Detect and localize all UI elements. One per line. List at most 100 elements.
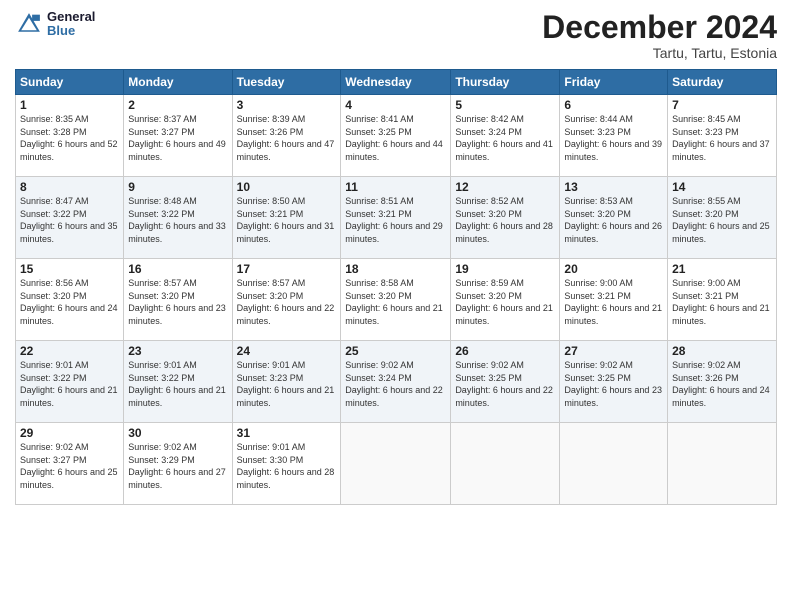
day-number: 14 bbox=[672, 180, 772, 194]
day-info: Sunrise: 8:42 AMSunset: 3:24 PMDaylight:… bbox=[455, 113, 555, 163]
day-info: Sunrise: 9:02 AMSunset: 3:26 PMDaylight:… bbox=[672, 359, 772, 409]
calendar-cell: 1Sunrise: 8:35 AMSunset: 3:28 PMDaylight… bbox=[16, 95, 124, 177]
calendar-cell: 28Sunrise: 9:02 AMSunset: 3:26 PMDayligh… bbox=[668, 341, 777, 423]
day-info: Sunrise: 8:57 AMSunset: 3:20 PMDaylight:… bbox=[128, 277, 227, 327]
day-info: Sunrise: 8:37 AMSunset: 3:27 PMDaylight:… bbox=[128, 113, 227, 163]
col-wednesday: Wednesday bbox=[341, 70, 451, 95]
day-info: Sunrise: 8:51 AMSunset: 3:21 PMDaylight:… bbox=[345, 195, 446, 245]
day-number: 8 bbox=[20, 180, 119, 194]
calendar-cell: 22Sunrise: 9:01 AMSunset: 3:22 PMDayligh… bbox=[16, 341, 124, 423]
day-number: 29 bbox=[20, 426, 119, 440]
col-monday: Monday bbox=[124, 70, 232, 95]
calendar-cell: 19Sunrise: 8:59 AMSunset: 3:20 PMDayligh… bbox=[451, 259, 560, 341]
day-info: Sunrise: 9:02 AMSunset: 3:24 PMDaylight:… bbox=[345, 359, 446, 409]
calendar-cell: 6Sunrise: 8:44 AMSunset: 3:23 PMDaylight… bbox=[560, 95, 668, 177]
day-number: 3 bbox=[237, 98, 337, 112]
day-number: 31 bbox=[237, 426, 337, 440]
day-info: Sunrise: 9:02 AMSunset: 3:27 PMDaylight:… bbox=[20, 441, 119, 491]
calendar-cell: 17Sunrise: 8:57 AMSunset: 3:20 PMDayligh… bbox=[232, 259, 341, 341]
calendar-cell: 16Sunrise: 8:57 AMSunset: 3:20 PMDayligh… bbox=[124, 259, 232, 341]
col-thursday: Thursday bbox=[451, 70, 560, 95]
day-number: 16 bbox=[128, 262, 227, 276]
col-saturday: Saturday bbox=[668, 70, 777, 95]
calendar-cell: 11Sunrise: 8:51 AMSunset: 3:21 PMDayligh… bbox=[341, 177, 451, 259]
day-number: 4 bbox=[345, 98, 446, 112]
day-number: 1 bbox=[20, 98, 119, 112]
day-info: Sunrise: 9:00 AMSunset: 3:21 PMDaylight:… bbox=[564, 277, 663, 327]
day-info: Sunrise: 8:39 AMSunset: 3:26 PMDaylight:… bbox=[237, 113, 337, 163]
day-info: Sunrise: 9:01 AMSunset: 3:23 PMDaylight:… bbox=[237, 359, 337, 409]
calendar-cell: 27Sunrise: 9:02 AMSunset: 3:25 PMDayligh… bbox=[560, 341, 668, 423]
day-info: Sunrise: 9:02 AMSunset: 3:25 PMDaylight:… bbox=[455, 359, 555, 409]
day-number: 28 bbox=[672, 344, 772, 358]
calendar-cell: 26Sunrise: 9:02 AMSunset: 3:25 PMDayligh… bbox=[451, 341, 560, 423]
day-number: 19 bbox=[455, 262, 555, 276]
day-number: 6 bbox=[564, 98, 663, 112]
calendar-cell: 24Sunrise: 9:01 AMSunset: 3:23 PMDayligh… bbox=[232, 341, 341, 423]
calendar-cell: 5Sunrise: 8:42 AMSunset: 3:24 PMDaylight… bbox=[451, 95, 560, 177]
calendar-cell: 31Sunrise: 9:01 AMSunset: 3:30 PMDayligh… bbox=[232, 423, 341, 505]
page-title: December 2024 bbox=[542, 10, 777, 45]
day-info: Sunrise: 8:58 AMSunset: 3:20 PMDaylight:… bbox=[345, 277, 446, 327]
logo-text: General Blue bbox=[47, 10, 95, 39]
week-row-3: 15Sunrise: 8:56 AMSunset: 3:20 PMDayligh… bbox=[16, 259, 777, 341]
calendar-cell: 25Sunrise: 9:02 AMSunset: 3:24 PMDayligh… bbox=[341, 341, 451, 423]
calendar-cell: 20Sunrise: 9:00 AMSunset: 3:21 PMDayligh… bbox=[560, 259, 668, 341]
day-info: Sunrise: 8:52 AMSunset: 3:20 PMDaylight:… bbox=[455, 195, 555, 245]
calendar-cell: 7Sunrise: 8:45 AMSunset: 3:23 PMDaylight… bbox=[668, 95, 777, 177]
day-number: 10 bbox=[237, 180, 337, 194]
calendar-cell: 10Sunrise: 8:50 AMSunset: 3:21 PMDayligh… bbox=[232, 177, 341, 259]
day-info: Sunrise: 8:50 AMSunset: 3:21 PMDaylight:… bbox=[237, 195, 337, 245]
col-tuesday: Tuesday bbox=[232, 70, 341, 95]
calendar-cell: 23Sunrise: 9:01 AMSunset: 3:22 PMDayligh… bbox=[124, 341, 232, 423]
day-number: 13 bbox=[564, 180, 663, 194]
day-number: 18 bbox=[345, 262, 446, 276]
day-number: 21 bbox=[672, 262, 772, 276]
day-info: Sunrise: 8:44 AMSunset: 3:23 PMDaylight:… bbox=[564, 113, 663, 163]
day-info: Sunrise: 9:01 AMSunset: 3:22 PMDaylight:… bbox=[128, 359, 227, 409]
day-number: 2 bbox=[128, 98, 227, 112]
week-row-1: 1Sunrise: 8:35 AMSunset: 3:28 PMDaylight… bbox=[16, 95, 777, 177]
calendar-cell: 14Sunrise: 8:55 AMSunset: 3:20 PMDayligh… bbox=[668, 177, 777, 259]
calendar-cell: 4Sunrise: 8:41 AMSunset: 3:25 PMDaylight… bbox=[341, 95, 451, 177]
day-number: 27 bbox=[564, 344, 663, 358]
day-info: Sunrise: 8:48 AMSunset: 3:22 PMDaylight:… bbox=[128, 195, 227, 245]
day-number: 5 bbox=[455, 98, 555, 112]
week-row-5: 29Sunrise: 9:02 AMSunset: 3:27 PMDayligh… bbox=[16, 423, 777, 505]
logo-line1: General bbox=[47, 10, 95, 24]
day-info: Sunrise: 8:53 AMSunset: 3:20 PMDaylight:… bbox=[564, 195, 663, 245]
calendar-cell: 12Sunrise: 8:52 AMSunset: 3:20 PMDayligh… bbox=[451, 177, 560, 259]
calendar-cell bbox=[451, 423, 560, 505]
logo-icon bbox=[15, 10, 43, 38]
day-info: Sunrise: 8:41 AMSunset: 3:25 PMDaylight:… bbox=[345, 113, 446, 163]
col-sunday: Sunday bbox=[16, 70, 124, 95]
day-number: 7 bbox=[672, 98, 772, 112]
day-info: Sunrise: 9:02 AMSunset: 3:29 PMDaylight:… bbox=[128, 441, 227, 491]
calendar-cell: 18Sunrise: 8:58 AMSunset: 3:20 PMDayligh… bbox=[341, 259, 451, 341]
day-number: 26 bbox=[455, 344, 555, 358]
day-info: Sunrise: 8:47 AMSunset: 3:22 PMDaylight:… bbox=[20, 195, 119, 245]
page-subtitle: Tartu, Tartu, Estonia bbox=[542, 45, 777, 61]
calendar-cell: 9Sunrise: 8:48 AMSunset: 3:22 PMDaylight… bbox=[124, 177, 232, 259]
week-row-2: 8Sunrise: 8:47 AMSunset: 3:22 PMDaylight… bbox=[16, 177, 777, 259]
calendar-cell: 30Sunrise: 9:02 AMSunset: 3:29 PMDayligh… bbox=[124, 423, 232, 505]
day-info: Sunrise: 8:35 AMSunset: 3:28 PMDaylight:… bbox=[20, 113, 119, 163]
calendar-cell: 15Sunrise: 8:56 AMSunset: 3:20 PMDayligh… bbox=[16, 259, 124, 341]
day-info: Sunrise: 8:56 AMSunset: 3:20 PMDaylight:… bbox=[20, 277, 119, 327]
day-number: 12 bbox=[455, 180, 555, 194]
week-row-4: 22 Sunrise: 9:01 AMSunset: 3:22 PMDayligh… bbox=[16, 341, 777, 423]
title-area: December 2024 Tartu, Tartu, Estonia bbox=[542, 10, 777, 61]
calendar-cell: 3Sunrise: 8:39 AMSunset: 3:26 PMDaylight… bbox=[232, 95, 341, 177]
day-info: Sunrise: 8:55 AMSunset: 3:20 PMDaylight:… bbox=[672, 195, 772, 245]
logo-line2: Blue bbox=[47, 24, 95, 38]
day-number: 25 bbox=[345, 344, 446, 358]
calendar-cell: 2Sunrise: 8:37 AMSunset: 3:27 PMDaylight… bbox=[124, 95, 232, 177]
day-number: 20 bbox=[564, 262, 663, 276]
day-info: Sunrise: 8:59 AMSunset: 3:20 PMDaylight:… bbox=[455, 277, 555, 327]
day-number: 22 bbox=[20, 344, 119, 358]
day-info: Sunrise: 9:00 AMSunset: 3:21 PMDaylight:… bbox=[672, 277, 772, 327]
day-number: 9 bbox=[128, 180, 227, 194]
calendar-cell: 21Sunrise: 9:00 AMSunset: 3:21 PMDayligh… bbox=[668, 259, 777, 341]
day-number: 15 bbox=[20, 262, 119, 276]
day-number: 24 bbox=[237, 344, 337, 358]
